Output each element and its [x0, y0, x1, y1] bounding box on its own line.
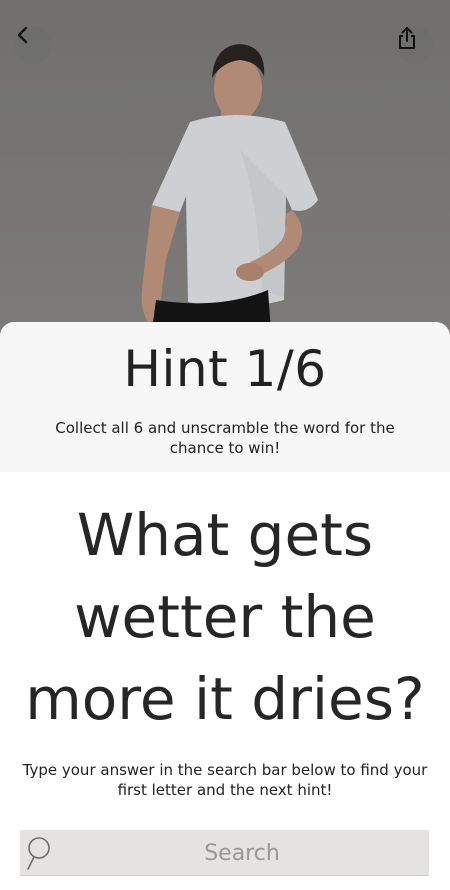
model-photo-illustration	[0, 0, 450, 345]
hint-subtitle: Collect all 6 and unscramble the word fo…	[55, 419, 395, 457]
back-button[interactable]	[14, 26, 52, 64]
hint-screen: Hint 1/6 Collect all 6 and unscramble th…	[0, 0, 450, 890]
hint-title: Hint 1/6	[123, 340, 327, 398]
instructions-text: Type your answer in the search bar below…	[22, 761, 428, 799]
share-button[interactable]	[396, 26, 434, 64]
search-bar[interactable]	[20, 830, 429, 876]
hero-photo	[0, 0, 450, 345]
search-input[interactable]	[60, 830, 424, 876]
chevron-left-icon	[17, 26, 28, 44]
search-icon	[27, 837, 50, 870]
riddle-text: What gets wetter the more it dries?	[25, 501, 425, 733]
hint-card: Hint 1/6 Collect all 6 and unscramble th…	[0, 322, 450, 472]
share-icon	[399, 27, 415, 49]
